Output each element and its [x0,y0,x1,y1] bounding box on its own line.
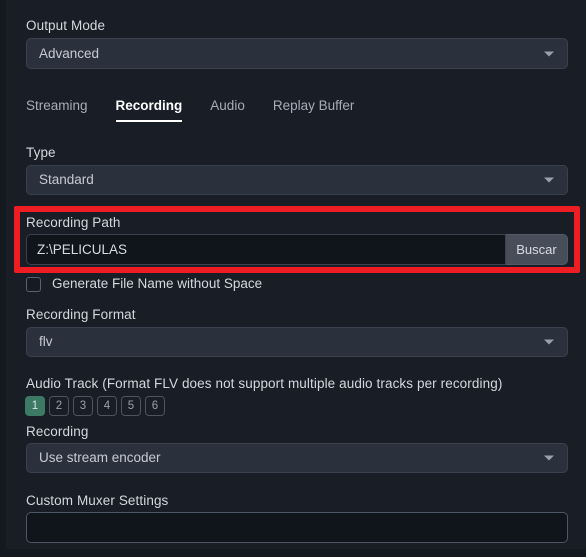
tab-recording[interactable]: Recording [115,97,182,122]
audio-track-button-2[interactable]: 2 [49,396,69,416]
settings-panel: Output Mode Advanced Streaming Recording… [6,0,586,549]
chevron-down-icon [544,455,554,461]
generate-file-name-row[interactable]: Generate File Name without Space [26,276,262,292]
audio-track-label: Audio Track (Format FLV does not support… [26,376,503,391]
custom-muxer-label: Custom Muxer Settings [26,493,169,508]
custom-muxer-input[interactable] [26,512,568,543]
recording-path-row: Z:\PELICULAS Buscar [26,234,568,265]
tab-audio[interactable]: Audio [210,97,245,122]
chevron-down-icon [544,177,554,183]
chevron-down-icon [544,339,554,345]
audio-track-button-3[interactable]: 3 [73,396,93,416]
recording-format-select[interactable]: flv [26,327,568,357]
recording-format-label: Recording Format [26,307,136,322]
browse-button[interactable]: Buscar [506,234,568,265]
tab-streaming[interactable]: Streaming [26,97,88,122]
output-tabs: Streaming Recording Audio Replay Buffer [26,97,354,122]
chevron-down-icon [544,51,554,56]
tab-replay-buffer[interactable]: Replay Buffer [273,97,355,122]
audio-track-button-1[interactable]: 1 [25,396,45,416]
type-select[interactable]: Standard [26,165,568,195]
type-label: Type [26,145,56,160]
recording-encoder-value: Use stream encoder [39,450,161,465]
generate-file-name-checkbox[interactable] [26,276,41,292]
generate-file-name-label: Generate File Name without Space [52,276,263,291]
obs-output-settings-screen: Output Mode Advanced Streaming Recording… [0,0,586,557]
audio-track-selector: 1 2 3 4 5 6 [25,396,165,416]
type-value: Standard [39,172,94,187]
output-mode-value: Advanced [39,45,100,61]
recording-path-label: Recording Path [26,215,121,230]
audio-track-button-4[interactable]: 4 [97,396,117,416]
recording-format-value: flv [39,334,53,349]
audio-track-button-6[interactable]: 6 [145,396,165,416]
audio-track-button-5[interactable]: 5 [121,396,141,416]
recording-encoder-label: Recording [26,424,89,439]
output-mode-select[interactable]: Advanced [26,38,568,69]
recording-encoder-select[interactable]: Use stream encoder [26,443,568,473]
output-mode-label: Output Mode [26,18,106,33]
recording-path-input[interactable]: Z:\PELICULAS [26,234,506,265]
